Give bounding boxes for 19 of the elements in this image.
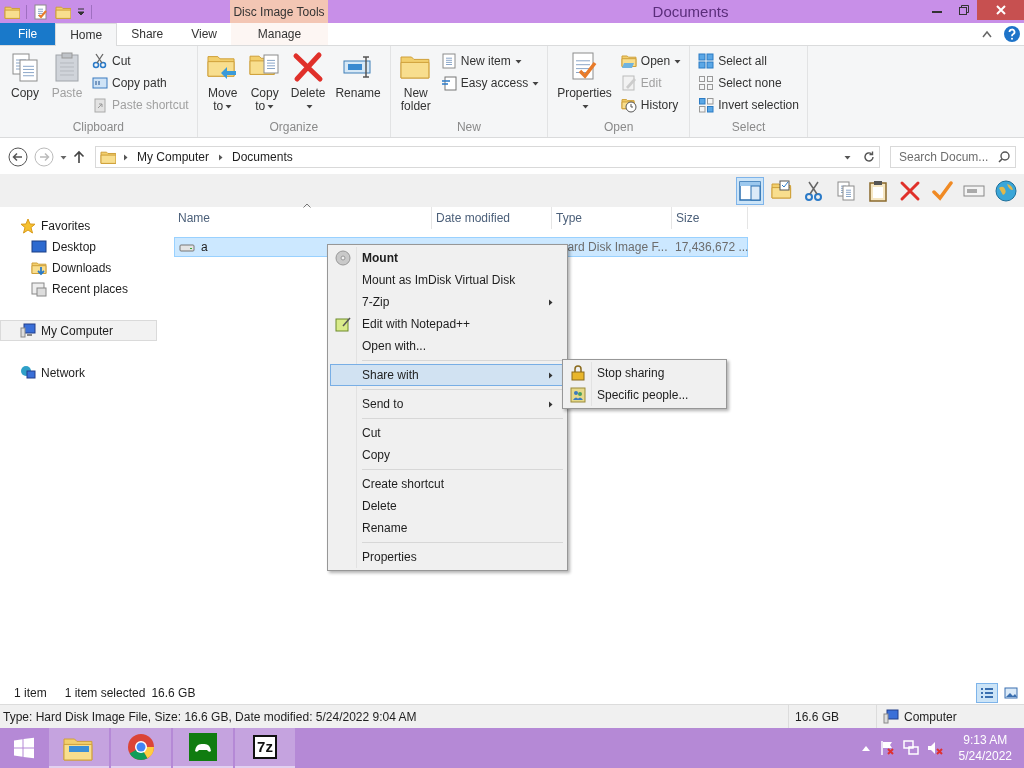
file-size: 17,436,672 ... [675,240,749,254]
group-label: Clipboard [71,119,126,136]
window-title: Documents [651,2,730,22]
clock-time: 9:13 AM [963,732,1008,748]
file-type: ard Disk Image F... [567,240,668,254]
context-tab-title: Disc Image Tools [230,0,328,23]
details-text: Type: Hard Disk Image File, Size: 16.6 GB, Date modified: 5/24/2022 9:04 AM [2,709,418,724]
app-logo: 7z [253,735,277,759]
group-label: New [455,119,482,136]
selection-count: 1 item selected [64,686,146,700]
group-label: Select [730,119,767,136]
selection-size: 16.6 GB [151,686,196,700]
file-name: a [201,240,208,254]
clock-date: 5/24/2022 [958,748,1012,764]
group-label: Open [602,119,635,136]
item-count: 1 item [14,686,47,700]
details-size: 16.6 GB [795,709,840,724]
zone-label: Computer [904,709,957,724]
group-label: Organize [268,119,320,136]
